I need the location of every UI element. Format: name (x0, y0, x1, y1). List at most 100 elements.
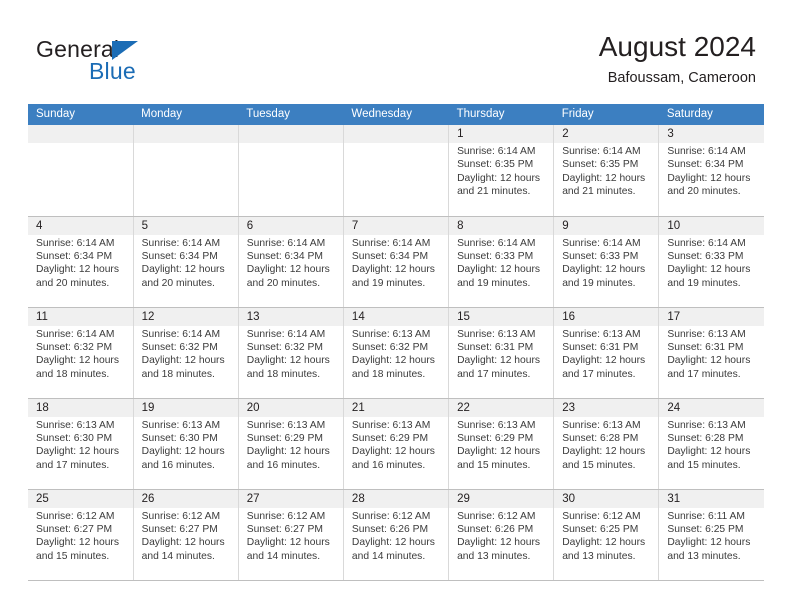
day-cell[interactable]: 25 Sunrise: 6:12 AM Sunset: 6:27 PM Dayligh… (28, 489, 134, 581)
day-cell[interactable]: 20 Sunrise: 6:13 AM Sunset: 6:29 PM Dayligh… (238, 398, 344, 490)
calendar-page: General Blue August 2024 Bafoussam, Came… (0, 0, 792, 612)
day-number: 8 (449, 216, 554, 235)
sunset-text: Sunset: 6:34 PM (351, 250, 429, 262)
sunset-text: Sunset: 6:33 PM (457, 250, 534, 262)
daylight-text: Daylight: 12 hours and 16 minutes. (246, 446, 330, 471)
day-number: 7 (343, 216, 449, 235)
day-cell[interactable]: 9 Sunrise: 6:14 AM Sunset: 6:33 PM Daylight… (553, 216, 660, 308)
day-cell[interactable]: 21 Sunrise: 6:13 AM Sunset: 6:29 PM Dayligh… (343, 398, 450, 490)
sunrise-text: Sunrise: 6:13 AM (667, 328, 746, 340)
day-number: 10 (659, 216, 764, 235)
day-cell[interactable]: 22 Sunrise: 6:13 AM Sunset: 6:29 PM Dayligh… (448, 398, 555, 490)
day-cell[interactable]: 6 Sunrise: 6:14 AM Sunset: 6:34 PM Daylight… (238, 216, 344, 308)
day-cell[interactable]: 1 Sunrise: 6:14 AM Sunset: 6:35 PM Daylight… (448, 125, 555, 217)
weekday-header-thursday: Thursday (448, 104, 554, 125)
daylight-text: Daylight: 12 hours and 16 minutes. (141, 446, 225, 471)
day-details: Sunrise: 6:12 AM Sunset: 6:26 PM Daylight:… (344, 508, 448, 564)
day-number: 29 (449, 489, 554, 508)
day-cell[interactable]: 24 Sunrise: 6:13 AM Sunset: 6:28 PM Dayligh… (658, 398, 764, 490)
sunset-text: Sunset: 6:33 PM (562, 250, 639, 262)
day-cell[interactable]: 2 Sunrise: 6:14 AM Sunset: 6:35 PM Daylight… (553, 125, 660, 217)
sunset-text: Sunset: 6:33 PM (667, 250, 744, 262)
day-details: Sunrise: 6:12 AM Sunset: 6:25 PM Daylight:… (554, 508, 658, 564)
day-cell[interactable]: 31 Sunrise: 6:11 AM Sunset: 6:25 PM Dayligh… (658, 489, 764, 581)
day-cell[interactable]: 16 Sunrise: 6:13 AM Sunset: 6:31 PM Dayligh… (553, 307, 660, 399)
day-number: 11 (28, 307, 133, 326)
day-details: Sunrise: 6:14 AM Sunset: 6:32 PM Daylight:… (134, 326, 238, 382)
day-details: Sunrise: 6:13 AM Sunset: 6:29 PM Daylight:… (239, 417, 343, 473)
day-cell[interactable]: 29 Sunrise: 6:12 AM Sunset: 6:26 PM Dayligh… (448, 489, 555, 581)
day-cell[interactable]: 18 Sunrise: 6:13 AM Sunset: 6:30 PM Dayligh… (28, 398, 134, 490)
sunrise-text: Sunrise: 6:12 AM (36, 510, 115, 522)
sunset-text: Sunset: 6:34 PM (36, 250, 113, 262)
daylight-text: Daylight: 12 hours and 20 minutes. (141, 264, 225, 289)
day-number: 9 (554, 216, 659, 235)
day-cell[interactable]: 12 Sunrise: 6:14 AM Sunset: 6:32 PM Dayligh… (133, 307, 239, 399)
day-details: Sunrise: 6:13 AM Sunset: 6:31 PM Daylight:… (554, 326, 658, 382)
day-cell[interactable]: 5 Sunrise: 6:14 AM Sunset: 6:34 PM Daylight… (133, 216, 239, 308)
day-details: Sunrise: 6:12 AM Sunset: 6:27 PM Daylight:… (28, 508, 133, 564)
day-cell[interactable]: 23 Sunrise: 6:13 AM Sunset: 6:28 PM Dayligh… (553, 398, 660, 490)
sunset-text: Sunset: 6:31 PM (457, 341, 534, 353)
day-details: Sunrise: 6:14 AM Sunset: 6:33 PM Daylight:… (449, 235, 553, 291)
day-number: 4 (28, 216, 133, 235)
day-cell[interactable]: 4 Sunrise: 6:14 AM Sunset: 6:34 PM Daylight… (28, 216, 134, 308)
day-cell[interactable]: 27 Sunrise: 6:12 AM Sunset: 6:27 PM Dayligh… (238, 489, 344, 581)
day-number (343, 125, 449, 143)
day-details: Sunrise: 6:13 AM Sunset: 6:28 PM Daylight:… (659, 417, 764, 473)
day-details: Sunrise: 6:12 AM Sunset: 6:27 PM Daylight:… (239, 508, 343, 564)
weekday-header-tuesday: Tuesday (238, 104, 344, 125)
day-number: 5 (133, 216, 238, 235)
day-cell[interactable]: 7 Sunrise: 6:14 AM Sunset: 6:34 PM Daylight… (343, 216, 450, 308)
day-cell[interactable]: 13 Sunrise: 6:14 AM Sunset: 6:32 PM Dayligh… (238, 307, 344, 399)
day-cell[interactable]: 8 Sunrise: 6:14 AM Sunset: 6:33 PM Daylight… (448, 216, 555, 308)
daylight-text: Daylight: 12 hours and 16 minutes. (351, 446, 435, 471)
daylight-text: Daylight: 12 hours and 13 minutes. (562, 537, 646, 562)
day-cell-empty (133, 125, 239, 217)
day-cell[interactable]: 3 Sunrise: 6:14 AM Sunset: 6:34 PM Daylight… (658, 125, 764, 217)
day-number (133, 125, 238, 143)
weekday-header-saturday: Saturday (658, 104, 764, 125)
day-cell[interactable]: 17 Sunrise: 6:13 AM Sunset: 6:31 PM Dayligh… (658, 307, 764, 399)
calendar-week-row: 11 Sunrise: 6:14 AM Sunset: 6:32 PM Dayligh… (28, 307, 764, 399)
sunrise-text: Sunrise: 6:13 AM (36, 419, 115, 431)
day-cell[interactable]: 10 Sunrise: 6:14 AM Sunset: 6:33 PM Dayligh… (658, 216, 764, 308)
day-number: 30 (554, 489, 659, 508)
day-number (238, 125, 343, 143)
general-blue-logo[interactable]: General Blue (36, 37, 236, 89)
daylight-text: Daylight: 12 hours and 21 minutes. (562, 172, 646, 198)
day-cell[interactable]: 28 Sunrise: 6:12 AM Sunset: 6:26 PM Dayligh… (343, 489, 450, 581)
calendar-grid: Sunday Monday Tuesday Wednesday Thursday… (28, 104, 764, 581)
day-cell[interactable]: 30 Sunrise: 6:12 AM Sunset: 6:25 PM Dayligh… (553, 489, 660, 581)
day-details: Sunrise: 6:13 AM Sunset: 6:29 PM Daylight:… (344, 417, 448, 473)
weekday-header-monday: Monday (133, 104, 239, 125)
day-details: Sunrise: 6:13 AM Sunset: 6:31 PM Daylight:… (659, 326, 764, 382)
sunset-text: Sunset: 6:25 PM (667, 523, 744, 535)
day-cell[interactable]: 26 Sunrise: 6:12 AM Sunset: 6:27 PM Dayligh… (133, 489, 239, 581)
sunset-text: Sunset: 6:27 PM (246, 523, 323, 535)
daylight-text: Daylight: 12 hours and 17 minutes. (36, 446, 119, 471)
day-cell[interactable]: 15 Sunrise: 6:13 AM Sunset: 6:31 PM Dayligh… (448, 307, 555, 399)
daylight-text: Daylight: 12 hours and 17 minutes. (457, 355, 541, 380)
day-number: 3 (659, 125, 764, 143)
sunset-text: Sunset: 6:35 PM (457, 159, 534, 171)
daylight-text: Daylight: 12 hours and 18 minutes. (141, 355, 225, 380)
day-cell[interactable]: 11 Sunrise: 6:14 AM Sunset: 6:32 PM Dayligh… (28, 307, 134, 399)
sunset-text: Sunset: 6:27 PM (141, 523, 218, 535)
daylight-text: Daylight: 12 hours and 13 minutes. (667, 537, 751, 562)
sunrise-text: Sunrise: 6:13 AM (562, 419, 641, 431)
daylight-text: Daylight: 12 hours and 13 minutes. (457, 537, 541, 562)
day-number: 23 (554, 398, 659, 417)
sunset-text: Sunset: 6:34 PM (667, 159, 744, 171)
sunset-text: Sunset: 6:34 PM (141, 250, 218, 262)
day-number: 14 (343, 307, 449, 326)
day-details: Sunrise: 6:14 AM Sunset: 6:34 PM Daylight:… (134, 235, 238, 291)
sunrise-text: Sunrise: 6:13 AM (246, 419, 326, 431)
daylight-text: Daylight: 12 hours and 19 minutes. (457, 264, 541, 289)
day-cell[interactable]: 14 Sunrise: 6:13 AM Sunset: 6:32 PM Dayligh… (343, 307, 450, 399)
daylight-text: Daylight: 12 hours and 15 minutes. (36, 537, 119, 562)
weekday-header-friday: Friday (553, 104, 659, 125)
day-cell[interactable]: 19 Sunrise: 6:13 AM Sunset: 6:30 PM Dayligh… (133, 398, 239, 490)
day-number: 24 (659, 398, 764, 417)
weekday-header-sunday: Sunday (28, 104, 134, 125)
